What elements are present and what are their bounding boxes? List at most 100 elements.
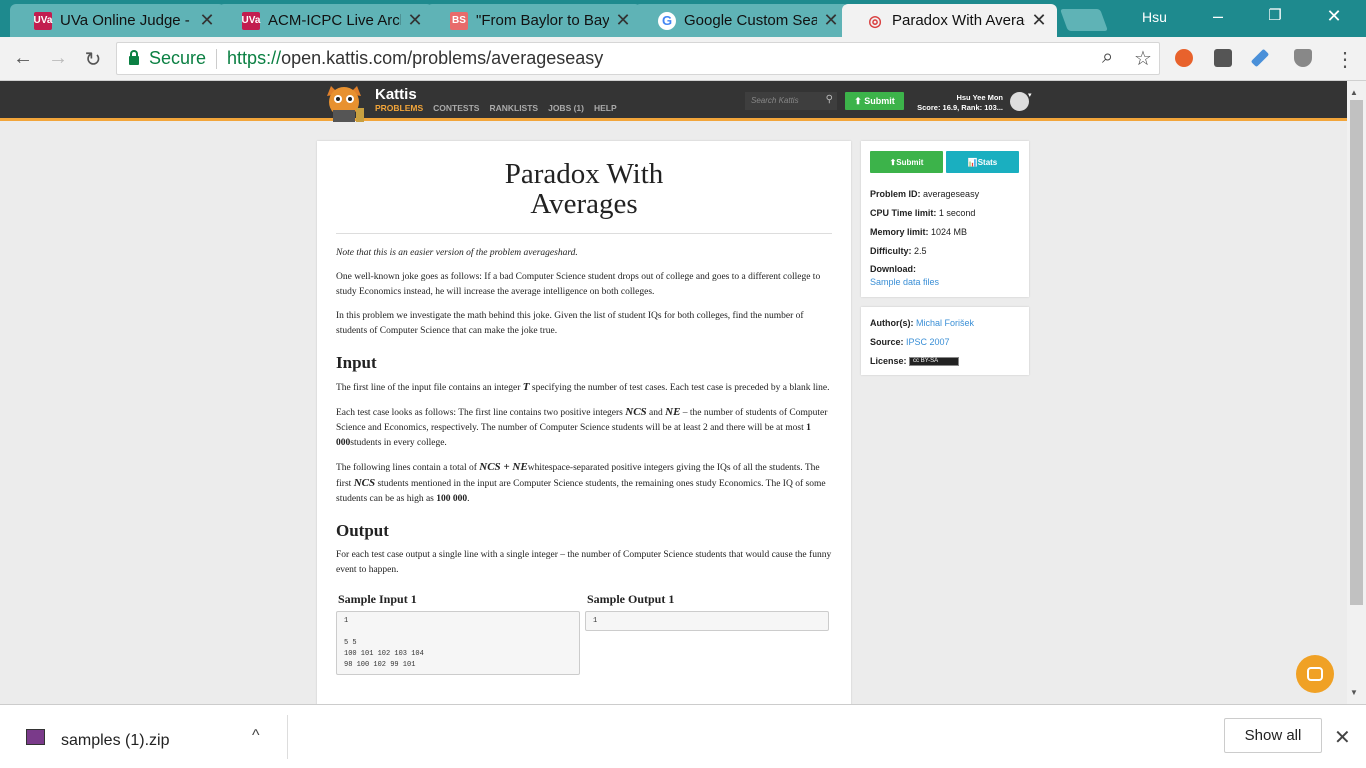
nav-help[interactable]: HELP [594,103,617,113]
profile-name[interactable]: Hsu [1142,9,1167,25]
value: 1024 MB [931,227,968,237]
window-close-icon[interactable]: ✕ [1314,6,1354,27]
scroll-up-icon[interactable]: ▲ [1350,88,1358,97]
tab-close-icon[interactable]: ✕ [823,10,839,31]
extension-icon[interactable] [1175,49,1193,67]
scrollbar-thumb[interactable] [1350,100,1363,605]
tab-close-icon[interactable]: ✕ [407,10,423,31]
download-options-caret-icon[interactable]: ^ [252,727,260,745]
cpu-limit-row: CPU Time limit: 1 second [870,204,1020,223]
intro-paragraph: In this problem we investigate the math … [336,311,804,336]
new-tab-button[interactable] [1059,9,1109,31]
tab-close-icon[interactable]: ✕ [1031,10,1047,31]
header-submit-button[interactable]: ⬆ Submit [845,92,904,110]
search-placeholder: Search Kattis [751,96,799,105]
text: students in every college. [350,438,447,448]
chat-widget-button[interactable] [1296,655,1334,693]
nav-ranklists[interactable]: RANKLISTS [489,103,538,113]
close-shelf-icon[interactable]: ✕ [1334,725,1351,750]
math-value: 100 000 [436,494,468,504]
restore-icon[interactable]: ❐ [1255,6,1295,24]
stats-button[interactable]: 📊Stats [946,151,1019,173]
avatar[interactable] [1010,92,1029,111]
browser-tab[interactable]: BS "From Baylor to Bayl ✕ [426,4,641,37]
math-var: NCS [353,477,376,489]
tab-close-icon[interactable]: ✕ [199,10,215,31]
browser-tab-active[interactable]: ◎ Paradox With Averag ✕ [842,4,1057,37]
url-text: https://open.kattis.com/problems/average… [227,48,603,69]
math-var: NE [665,406,681,418]
submit-button[interactable]: ⬆Submit [870,151,943,173]
nav-jobs[interactable]: JOBS (1) [548,103,584,113]
cc-license-icon[interactable]: cc BY-SA [909,357,960,367]
kattis-search-input[interactable]: Search Kattis ⚲ [745,92,837,110]
url-host: open.kattis.com [281,48,408,68]
scroll-down-icon[interactable]: ▼ [1350,688,1358,697]
nav-problems[interactable]: PROBLEMS [375,103,423,113]
text: . [467,494,470,504]
uva-favicon-icon: UVa [34,11,52,30]
text: specifying the number of test cases. Eac… [529,383,830,393]
secure-label: Secure [149,48,207,68]
kattis-logo-icon[interactable] [319,84,369,122]
text: The first line of the input file contain… [336,383,523,393]
label: Difficulty: [870,246,912,256]
url-path: /problems/averageseasy [407,48,604,68]
harder-problem-link[interactable]: averageshard [524,248,576,258]
download-file-name[interactable]: samples (1).zip [61,732,169,750]
problem-meta-panel: Author(s): Michal Forišek Source: IPSC 2… [861,307,1029,375]
zoom-icon[interactable]: ⌕ [1102,46,1113,69]
label: Problem ID: [870,189,921,199]
tab-title: UVa Online Judge - I [60,12,193,29]
divider [216,48,218,69]
pocket-icon[interactable] [1214,49,1232,67]
sample-data-link[interactable]: Sample data files [870,277,1020,287]
chat-icon [1307,667,1323,681]
show-all-button[interactable]: Show all [1224,718,1322,753]
tab-title: Paradox With Averag [892,12,1025,29]
tab-title: Google Custom Sear [684,12,817,29]
sample-output-box[interactable]: 1 [585,611,829,631]
zip-file-icon [26,729,45,745]
sample-input-title: Sample Input 1 [338,592,417,606]
sample-output-title: Sample Output 1 [587,592,675,606]
shield-extension-icon[interactable] [1294,49,1312,67]
text: and [646,408,666,418]
author-link[interactable]: Michal Forišek [916,318,974,328]
tab-close-icon[interactable]: ✕ [615,10,631,31]
search-icon[interactable]: ⚲ [826,94,833,105]
kattis-favicon-icon: ◎ [868,12,882,30]
nav-contests[interactable]: CONTESTS [433,103,479,113]
sample-input-box[interactable]: 1 5 5 100 101 102 103 104 98 100 102 99 … [336,611,580,675]
address-bar[interactable]: Secure https://open.kattis.com/problems/… [116,42,1160,75]
note-paragraph: Note that this is an easier version of t… [336,246,832,261]
kattis-brand[interactable]: Kattis [375,86,417,103]
forward-icon[interactable]: → [45,47,71,70]
browser-toolbar: ← → ↻ Secure https://open.kattis.com/pro… [0,37,1366,81]
memory-limit-row: Memory limit: 1024 MB [870,223,1020,242]
user-score: Score: 16.9, Rank: 103... [917,103,1003,112]
text: Each test case looks as follows: The fir… [336,408,626,418]
page-title: Paradox With Averages [336,159,832,234]
input-paragraph: The first line of the input file contain… [336,380,832,396]
browser-tab[interactable]: UVa ACM-ICPC Live Arch ✕ [218,4,433,37]
text: The following lines contain a total of [336,463,480,473]
chrome-menu-icon[interactable]: ⋮ [1332,47,1358,72]
user-info[interactable]: Hsu Yee Mon Score: 16.9, Rank: 103... [903,93,1003,113]
user-menu-caret-icon[interactable]: ▾ [1028,91,1032,99]
browser-tab[interactable]: UVa UVa Online Judge - I ✕ [10,4,225,37]
value: averageseasy [923,189,980,199]
sample-input-column: Sample Input 1 1 5 5 100 101 102 103 104… [336,592,580,675]
back-icon[interactable]: ← [10,47,36,70]
browser-tab[interactable]: G Google Custom Sear ✕ [634,4,849,37]
bookmark-star-icon[interactable]: ☆ [1134,46,1152,71]
url-scheme: https:// [227,48,282,68]
minimize-icon[interactable]: – [1198,6,1238,27]
title-line: Paradox With [504,158,664,190]
value: 1 second [938,208,976,218]
output-heading: Output [336,521,389,540]
google-favicon-icon: G [658,11,676,30]
source-link[interactable]: IPSC 2007 [906,337,950,347]
reload-icon[interactable]: ↻ [80,47,106,72]
tab-title: ACM-ICPC Live Arch [268,12,401,29]
